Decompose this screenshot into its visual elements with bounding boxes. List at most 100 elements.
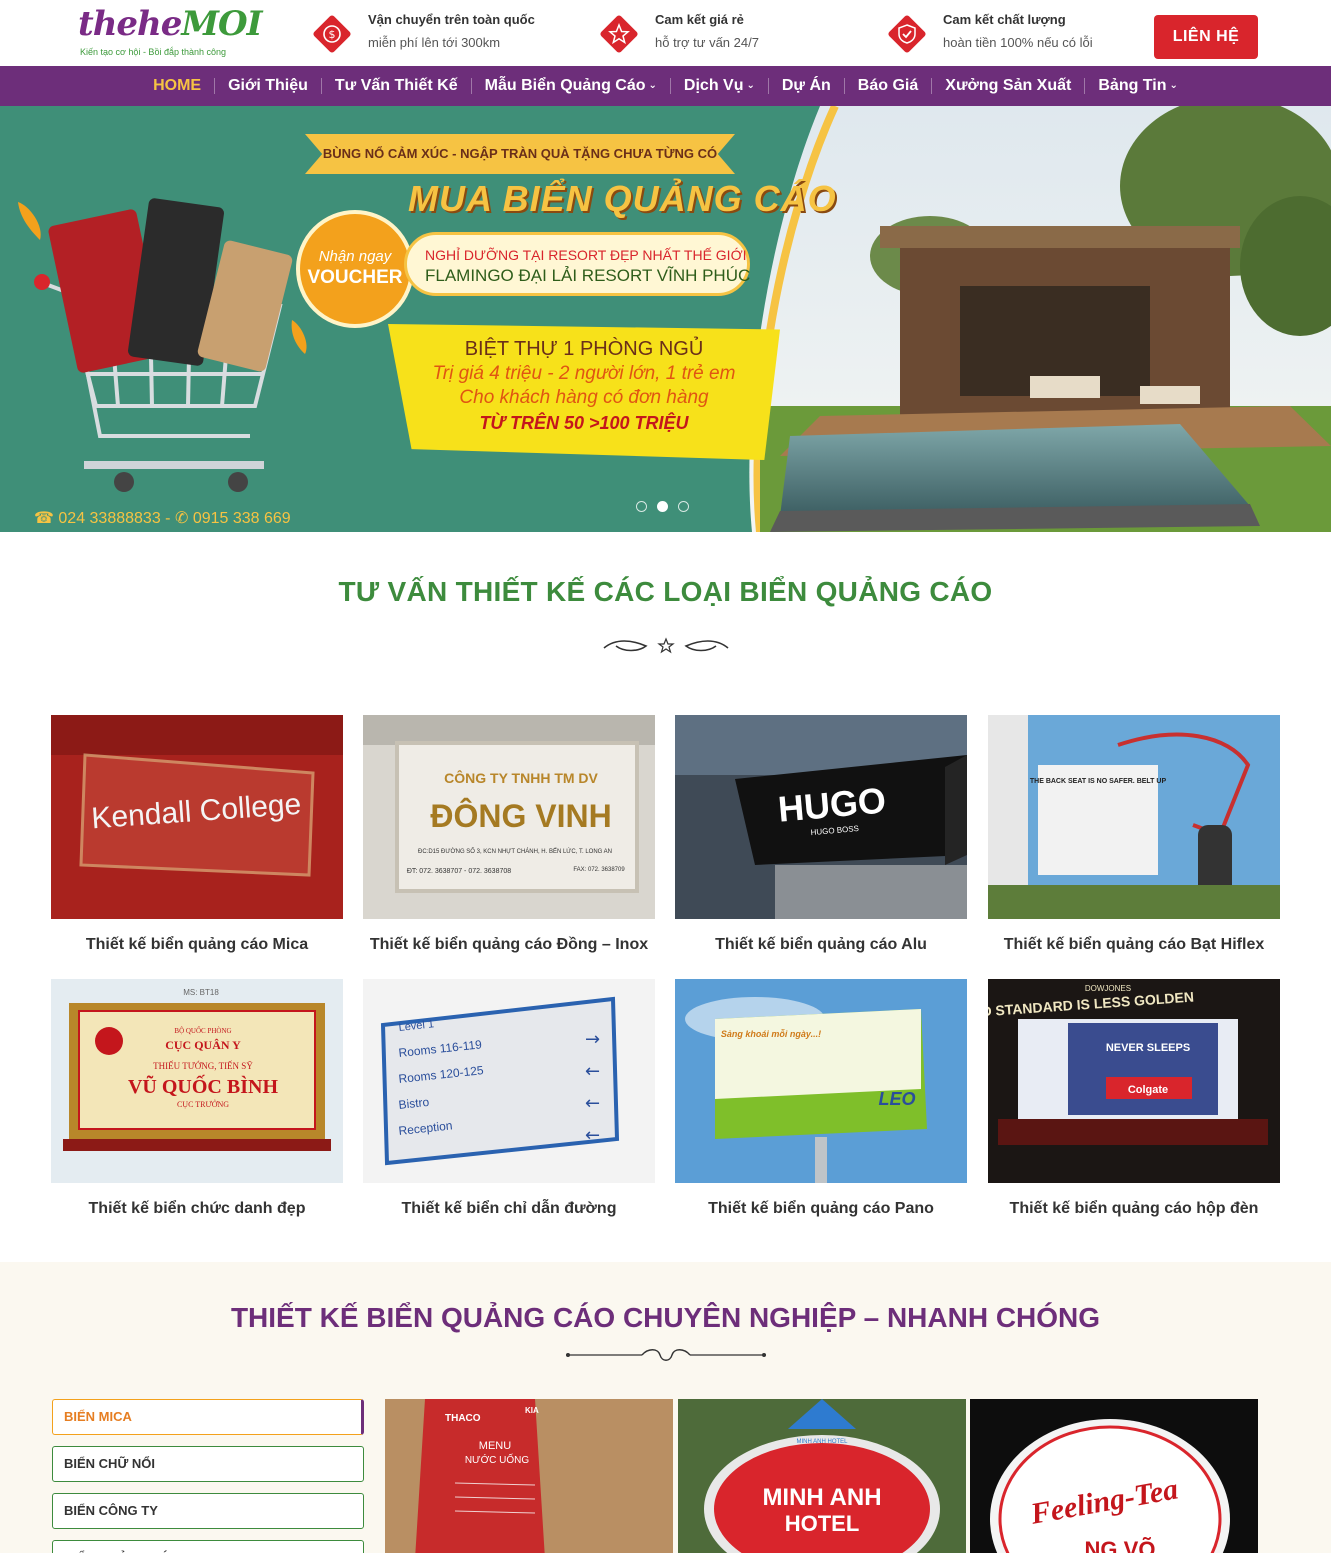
gallery-image-text: NG VÕ bbox=[1085, 1537, 1156, 1553]
card-caption: Thiết kế biển chức danh đẹp bbox=[88, 1200, 306, 1217]
card-caption: Thiết kế biển quảng cáo Bạt Hiflex bbox=[1003, 936, 1265, 953]
card-image-text: Sảng khoái mỗi ngày...! bbox=[721, 1029, 821, 1039]
resort-banner: NGHỈ DƯỠNG TẠI RESORT ĐẸP NHẤT THẾ GIỚI … bbox=[404, 232, 750, 296]
service-card-alu[interactable]: HUGO HUGO BOSS Thiết kế biển quảng cáo A… bbox=[675, 715, 967, 954]
offer-line3: Cho khách hàng có đơn hàng bbox=[459, 387, 709, 408]
service-card-wayfinding[interactable]: Level 1 Rooms 116-119 Rooms 120-125 Bist… bbox=[363, 979, 655, 1218]
top-bar: theheMOI Kiến tạo cơ hội - Bồi đắp thành… bbox=[0, 0, 1331, 66]
card-image-text: DOWJONES bbox=[1085, 984, 1131, 993]
service-card-hiflex[interactable]: THE BACK SEAT IS NO SAFER. BELT UP Thiết… bbox=[988, 715, 1280, 954]
voucher-badge: Nhận ngay VOUCHER bbox=[296, 210, 414, 328]
card-image: Sảng khoái mỗi ngày...! LEO bbox=[675, 979, 967, 1183]
gallery-image-text: MINH ANH HOTEL bbox=[796, 1439, 848, 1445]
nav-item-workshop[interactable]: Xưởng Sản Xuất bbox=[932, 66, 1084, 106]
slider-dot-active[interactable] bbox=[657, 501, 668, 512]
contact-button[interactable]: LIÊN HỆ bbox=[1154, 15, 1258, 59]
card-caption: Thiết kế biển quảng cáo Pano bbox=[708, 1200, 934, 1217]
service-card-pano[interactable]: Sảng khoái mỗi ngày...! LEO Thiết kế biể… bbox=[675, 979, 967, 1218]
nav-item-design-consulting[interactable]: Tư Vấn Thiết Kế bbox=[322, 66, 471, 106]
card-image-text: ĐÔNG VINH bbox=[430, 798, 611, 834]
feature-subtitle: hoàn tiền 100% nếu có lỗi bbox=[943, 35, 1093, 50]
card-caption: Thiết kế biển quảng cáo Mica bbox=[85, 936, 309, 953]
svg-text:→: → bbox=[585, 1029, 600, 1050]
feature-subtitle: hỗ trợ tư vấn 24/7 bbox=[655, 35, 759, 50]
nav-label: Bảng Tin bbox=[1098, 77, 1167, 94]
card-caption: Thiết kế biển chỉ dẫn đường bbox=[401, 1200, 617, 1217]
card-image: Level 1 Rooms 116-119 Rooms 120-125 Bist… bbox=[363, 979, 655, 1183]
gallery-image[interactable]: Feeling-Tea NG VÕ bbox=[970, 1399, 1258, 1553]
gallery-image-text: MINH ANH bbox=[762, 1484, 881, 1511]
gallery-image[interactable]: MINH ANH HOTEL MINH ANH HOTEL bbox=[678, 1399, 966, 1553]
nav-item-home[interactable]: HOME bbox=[140, 66, 214, 106]
nav-label: Xưởng Sản Xuất bbox=[945, 77, 1072, 94]
feature-shipping: $ Vận chuyển trên toàn quốc miễn phí lên… bbox=[310, 10, 560, 56]
section-professional-design: THIẾT KẾ BIỂN QUẢNG CÁO CHUYÊN NGHIỆP – … bbox=[0, 1262, 1331, 1553]
nav-item-news[interactable]: Bảng Tin ⌄ bbox=[1085, 66, 1191, 106]
gallery-image-text: NƯỚC UỐNG bbox=[465, 1452, 530, 1466]
card-image-text: CÔNG TY TNHH TM DV bbox=[444, 769, 598, 786]
card-image: DOWJONES D STANDARD IS LESS GOLDEN NEVER… bbox=[988, 979, 1280, 1183]
main-nav: HOME Giới Thiệu Tư Vấn Thiết Kế Mẫu Biển… bbox=[0, 66, 1331, 106]
hero-phone-row: ☎ 024 33888833 - ✆ 0915 338 669 bbox=[34, 508, 291, 528]
site-logo[interactable]: theheMOI Kiến tạo cơ hội - Bồi đắp thành… bbox=[78, 4, 263, 60]
hero-title: MUA BIỂN QUẢNG CÁO bbox=[408, 178, 837, 219]
slider-dot[interactable] bbox=[636, 501, 647, 512]
nav-label: HOME bbox=[153, 77, 202, 94]
card-image-text: FAX: 072. 3638709 bbox=[573, 867, 625, 873]
card-image-text: CỤC TRƯỞNG bbox=[177, 1099, 229, 1109]
card-image-text: VŨ QUỐC BÌNH bbox=[128, 1074, 278, 1098]
card-image-text: ĐC:D15 ĐƯỜNG SỐ 3, KCN NHỰT CHÁNH, H. BẾ… bbox=[418, 848, 612, 855]
ornament-swirl-divider bbox=[566, 1349, 766, 1361]
card-image-text: THE BACK SEAT IS NO SAFER. BELT UP bbox=[1030, 778, 1167, 785]
service-card-title-plate[interactable]: MS: BT18 BỘ QUỐC PHÒNG CỤC QUÂN Y THIẾU … bbox=[51, 979, 343, 1218]
voucher-line2: VOUCHER bbox=[307, 267, 403, 288]
service-card-mica[interactable]: Kendall College Thiết kế biển quảng cáo … bbox=[51, 715, 343, 954]
card-image-text: ĐT: 072. 3638707 - 072. 3638708 bbox=[407, 868, 511, 875]
chevron-down-icon: ⌄ bbox=[648, 80, 657, 91]
hero-slider[interactable]: BÙNG NỔ CẢM XÚC - NGẬP TRÀN QUÀ TẶNG CHƯ… bbox=[0, 106, 1331, 532]
nav-label: Tư Vấn Thiết Kế bbox=[334, 77, 458, 94]
money-icon: $ bbox=[313, 15, 351, 53]
logo-tagline: Kiến tạo cơ hội - Bồi đắp thành công bbox=[80, 47, 226, 57]
card-image-text: Colgate bbox=[1128, 1084, 1168, 1096]
chevron-down-icon: ⌄ bbox=[1169, 80, 1178, 91]
mobile-number: 0915 338 669 bbox=[192, 510, 291, 527]
card-image: HUGO HUGO BOSS bbox=[675, 715, 967, 919]
nav-label: Dịch Vụ bbox=[683, 77, 744, 94]
nav-item-about[interactable]: Giới Thiệu bbox=[215, 66, 321, 106]
nav-item-projects[interactable]: Dự Án bbox=[769, 66, 844, 106]
shield-check-icon bbox=[888, 15, 926, 53]
star-icon bbox=[600, 15, 638, 53]
feature-title: Cam kết giá rẻ bbox=[655, 12, 744, 27]
mobile-icon: ✆ bbox=[174, 510, 189, 527]
resort-line1: NGHỈ DƯỠNG TẠI RESORT ĐẸP NHẤT THẾ GIỚI bbox=[425, 247, 747, 263]
nav-label: Giới Thiệu bbox=[228, 77, 308, 94]
tab-bien-mica[interactable]: Biển Mica bbox=[52, 1399, 364, 1435]
service-card-lightbox[interactable]: DOWJONES D STANDARD IS LESS GOLDEN NEVER… bbox=[988, 979, 1280, 1218]
gallery-image-text: MENU bbox=[479, 1440, 511, 1452]
gallery-image-text: THACO bbox=[445, 1413, 481, 1424]
svg-text:$: $ bbox=[329, 28, 336, 41]
card-image: THE BACK SEAT IS NO SAFER. BELT UP bbox=[988, 715, 1280, 919]
logo-wordmark: theheMOI bbox=[78, 4, 263, 44]
phone-icon: ☎ bbox=[34, 510, 54, 527]
nav-label: Báo Giá bbox=[857, 77, 919, 94]
tab-bien-cong-ty[interactable]: Biển công ty bbox=[52, 1493, 364, 1529]
feature-title: Cam kết chất lượng bbox=[943, 12, 1066, 27]
tab-bien-chu-noi[interactable]: Biển chữ nổi bbox=[52, 1446, 364, 1482]
slider-dots bbox=[636, 501, 689, 512]
nav-item-services[interactable]: Dịch Vụ ⌄ bbox=[671, 66, 768, 106]
nav-label: Mẫu Biển Quảng Cáo bbox=[484, 77, 646, 94]
card-image-text: NEVER SLEEPS bbox=[1106, 1042, 1190, 1054]
nav-item-pricing[interactable]: Báo Giá bbox=[845, 66, 931, 106]
gallery-image[interactable]: THACO KIA MENU NƯỚC UỐNG bbox=[385, 1399, 673, 1553]
voucher-line1: Nhận ngay bbox=[318, 248, 392, 265]
slider-dot[interactable] bbox=[678, 501, 689, 512]
logo-part-a: thehe bbox=[78, 4, 182, 44]
section-title-consulting: TƯ VẤN THIẾT KẾ CÁC LOẠI BIỂN QUẢNG CÁO bbox=[338, 576, 993, 607]
offer-line4: TỪ TRÊN 50 >100 TRIỆU bbox=[479, 413, 689, 433]
service-card-copper-inox[interactable]: CÔNG TY TNHH TM DV ĐÔNG VINH ĐC:D15 ĐƯỜN… bbox=[363, 715, 655, 954]
tab-bien-led[interactable]: Biển quảng cáo LED bbox=[52, 1540, 364, 1553]
card-image-text: BỘ QUỐC PHÒNG bbox=[174, 1027, 231, 1035]
nav-item-sign-templates[interactable]: Mẫu Biển Quảng Cáo ⌄ bbox=[472, 66, 670, 106]
